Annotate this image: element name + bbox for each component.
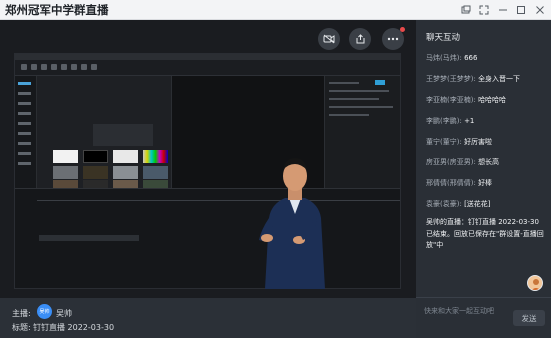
host-label: 主播: xyxy=(12,309,31,318)
shared-app-timeline xyxy=(15,188,400,288)
host-avatar[interactable]: 吴帅 xyxy=(37,304,52,319)
shared-app-sidebar xyxy=(15,76,37,188)
chat-message: 王梦梦(王梦梦): 全身入晋一下 xyxy=(426,74,548,85)
chat-message: 房亚男(房亚男): 想长高 xyxy=(426,157,548,168)
chat-sender: 邢倩倩(邢倩倩): xyxy=(426,179,476,187)
camera-off-icon xyxy=(323,34,335,44)
live-window: 郑州冠军中学群直播 主播: 吴帅 吴帅 标题: 钉钉直播 2022-03-30 … xyxy=(0,0,551,338)
chat-title: 聊天互动 xyxy=(426,33,461,43)
shared-app-toolbar xyxy=(15,60,400,76)
chat-divider xyxy=(416,297,551,298)
chat-sender: 董宁(董宁): xyxy=(426,138,462,146)
title-bar: 郑州冠军中学群直播 xyxy=(0,0,551,20)
chat-message: 袁豪(袁豪): [送花花] xyxy=(426,199,548,210)
chat-input[interactable]: 快来和大家一起互动吧 xyxy=(424,306,494,316)
shared-screen xyxy=(14,53,401,289)
share-button[interactable] xyxy=(349,28,371,50)
chat-text: +1 xyxy=(464,117,475,125)
send-button[interactable]: 发送 xyxy=(513,310,545,326)
hide-camera-button[interactable] xyxy=(318,28,340,50)
presenter-camera xyxy=(255,148,335,289)
chat-text: 哈哈哈哈 xyxy=(478,96,507,104)
chat-sender: 马炜(马炜): xyxy=(426,54,462,62)
chat-text: 666 xyxy=(464,54,478,62)
system-message: 吴帅的直播：钉钉直播 2022-03-30 已结束。回放已保存在"群设置-直播回… xyxy=(426,218,544,249)
close-icon[interactable] xyxy=(533,3,547,17)
floating-avatar[interactable] xyxy=(527,275,543,291)
chat-panel: 聊天互动 马炜(马炜): 666 王梦梦(王梦梦): 全身入晋一下 李亚楠(李亚… xyxy=(416,20,551,338)
live-info-bar: 主播: 吴帅 吴帅 标题: 钉钉直播 2022-03-30 xyxy=(0,298,416,338)
live-video[interactable] xyxy=(0,20,416,298)
live-subject: 钉钉直播 2022-03-30 xyxy=(33,323,115,332)
chat-message: 邢倩倩(邢倩倩): 好棒 xyxy=(426,178,548,189)
fullscreen-icon[interactable] xyxy=(477,3,491,17)
chat-text: 好棒 xyxy=(478,179,493,187)
maximize-icon[interactable] xyxy=(514,3,528,17)
chat-message: 董宁(董宁): 好厉害啦 xyxy=(426,137,548,148)
share-icon xyxy=(356,34,364,44)
chat-text: [送花花] xyxy=(464,200,491,208)
subject-label: 标题: xyxy=(12,323,31,332)
chat-message: 马炜(马炜): 666 xyxy=(426,53,548,64)
chat-text: 好厉害啦 xyxy=(464,138,493,146)
notification-dot xyxy=(400,27,405,32)
chat-message: 李亚楠(李亚楠): 哈哈哈哈 xyxy=(426,95,548,106)
chat-sender: 李鹏(李鹏): xyxy=(426,117,462,125)
chat-sender: 王梦梦(王梦梦): xyxy=(426,75,476,83)
chat-sender: 袁豪(袁豪): xyxy=(426,200,462,208)
host-name: 吴帅 xyxy=(56,309,72,318)
shared-app-properties xyxy=(325,76,400,188)
window-title: 郑州冠军中学群直播 xyxy=(5,3,109,17)
chat-sender: 房亚男(房亚男): xyxy=(426,158,476,166)
more-icon xyxy=(387,37,399,41)
chat-text: 全身入晋一下 xyxy=(478,75,521,83)
chat-text: 想长高 xyxy=(478,158,500,166)
chat-message: 李鹏(李鹏): +1 xyxy=(426,116,548,127)
minimize-icon[interactable] xyxy=(496,3,510,17)
shared-app-media-panel xyxy=(37,76,171,188)
chat-sender: 李亚楠(李亚楠): xyxy=(426,96,476,104)
picture-in-picture-icon[interactable] xyxy=(459,3,473,17)
